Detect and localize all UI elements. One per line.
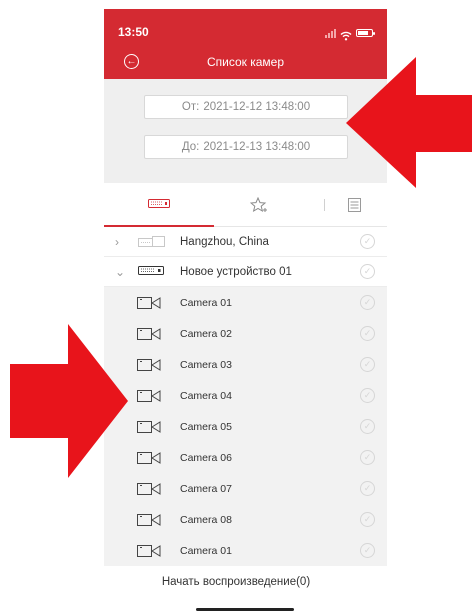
dvr-device-icon <box>138 266 164 275</box>
camera-row[interactable]: Camera 04 ✓ <box>104 380 387 411</box>
annotation-arrow-left-icon <box>10 324 128 478</box>
start-date-value: 2021-12-12 13:48:00 <box>203 101 311 113</box>
checkmark-circle-icon[interactable]: ✓ <box>360 419 375 434</box>
camera-row[interactable]: Camera 07 ✓ <box>104 473 387 504</box>
status-icons <box>325 26 375 41</box>
screenshot-stage: 13:50 ← Список камер От: 2021-12-12 13:4… <box>0 0 472 615</box>
checkmark-circle-icon[interactable]: ✓ <box>360 512 375 527</box>
chevron-down-icon: ⌄ <box>115 264 126 279</box>
start-playback-button[interactable]: Начать воспроизведение(0) <box>0 576 472 588</box>
checkmark-circle-icon[interactable]: ✓ <box>360 234 375 249</box>
offline-device-icon <box>138 236 165 247</box>
device-list: › Hangzhou, China ✓ ⌄ Новое устройство 0 <box>104 227 387 569</box>
camera-name: Camera 01 <box>180 544 232 557</box>
status-time: 13:50 <box>118 25 149 39</box>
signal-icon <box>325 29 336 38</box>
checkmark-circle-icon[interactable]: ✓ <box>360 357 375 372</box>
start-date-field[interactable]: От: 2021-12-12 13:48:00 <box>144 95 348 119</box>
camera-row[interactable]: Camera 02 ✓ <box>104 318 387 349</box>
camera-icon <box>137 297 161 309</box>
camera-name: Camera 02 <box>180 327 232 340</box>
wifi-icon <box>340 28 352 41</box>
camera-icon <box>137 390 161 402</box>
tab-divider <box>324 199 325 211</box>
checkmark-circle-icon[interactable]: ✓ <box>360 295 375 310</box>
camera-icon <box>137 514 161 526</box>
camera-name: Camera 07 <box>180 482 232 495</box>
end-date-label: До: <box>181 141 200 153</box>
dvr-device-icon <box>148 199 170 208</box>
start-date-label: От: <box>181 101 200 113</box>
chevron-right-icon: › <box>115 234 119 249</box>
camera-name: Camera 03 <box>180 358 232 371</box>
battery-icon <box>356 29 375 37</box>
tab-favorites[interactable] <box>234 183 284 226</box>
checkmark-circle-icon[interactable]: ✓ <box>360 264 375 279</box>
camera-row[interactable]: Camera 08 ✓ <box>104 504 387 535</box>
checkmark-circle-icon[interactable]: ✓ <box>360 481 375 496</box>
camera-row[interactable]: Camera 01 ✓ <box>104 535 387 566</box>
device-name: Hangzhou, China <box>180 235 269 248</box>
annotation-arrow-right-icon <box>346 57 472 188</box>
camera-name: Camera 06 <box>180 451 232 464</box>
camera-name: Camera 05 <box>180 420 232 433</box>
camera-icon <box>137 545 161 557</box>
camera-row[interactable]: Camera 01 ✓ <box>104 287 387 318</box>
camera-row[interactable]: Camera 06 ✓ <box>104 442 387 473</box>
checkmark-circle-icon[interactable]: ✓ <box>360 543 375 558</box>
star-favorite-icon <box>250 196 267 212</box>
tab-devices[interactable] <box>104 183 214 227</box>
camera-icon <box>137 421 161 433</box>
camera-icon <box>137 328 161 340</box>
camera-icon <box>137 452 161 464</box>
camera-icon <box>137 359 161 371</box>
end-date-value: 2021-12-13 13:48:00 <box>203 141 311 153</box>
end-date-field[interactable]: До: 2021-12-13 13:48:00 <box>144 135 348 159</box>
camera-name: Camera 04 <box>180 389 232 402</box>
checkmark-circle-icon[interactable]: ✓ <box>360 450 375 465</box>
camera-name: Camera 01 <box>180 296 232 309</box>
camera-row[interactable]: Camera 03 ✓ <box>104 349 387 380</box>
camera-name: Camera 08 <box>180 513 232 526</box>
camera-row[interactable]: Camera 05 ✓ <box>104 411 387 442</box>
home-indicator <box>196 608 294 611</box>
list-icon <box>347 197 361 212</box>
device-row-new-device[interactable]: ⌄ Новое устройство 01 ✓ <box>104 257 387 287</box>
camera-icon <box>137 483 161 495</box>
device-name: Новое устройство 01 <box>180 265 292 278</box>
checkmark-circle-icon[interactable]: ✓ <box>360 388 375 403</box>
checkmark-circle-icon[interactable]: ✓ <box>360 326 375 341</box>
device-row-hangzhou[interactable]: › Hangzhou, China ✓ <box>104 227 387 257</box>
